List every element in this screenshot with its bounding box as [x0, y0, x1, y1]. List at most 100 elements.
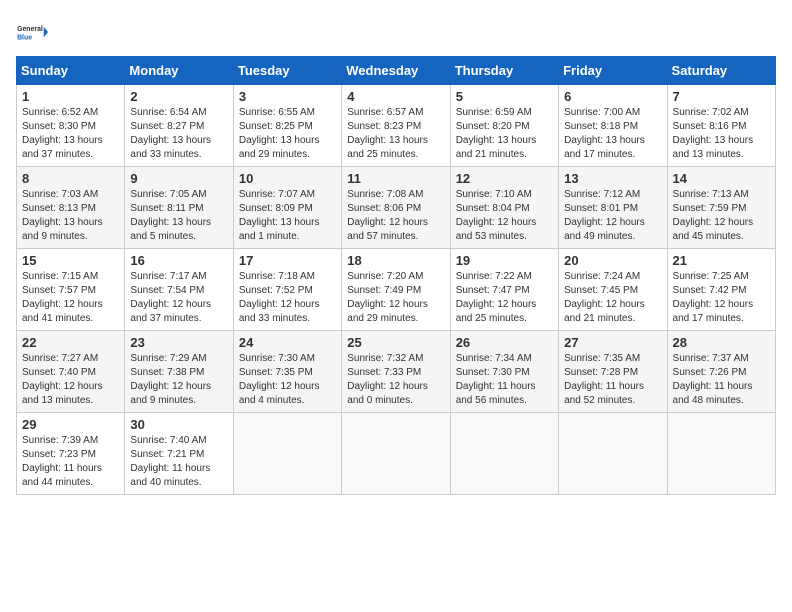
- day-info: Sunrise: 6:52 AM Sunset: 8:30 PM Dayligh…: [22, 106, 119, 162]
- calendar-cell: 26 Sunrise: 7:34 AM Sunset: 7:30 PM Dayli…: [450, 331, 558, 413]
- calendar-cell: 21 Sunrise: 7:25 AM Sunset: 7:42 PM Dayli…: [667, 249, 775, 331]
- calendar-cell: 8 Sunrise: 7:03 AM Sunset: 8:13 PM Daylig…: [17, 167, 125, 249]
- calendar-cell: 20Sunrise: 7:24 AM Sunset: 7:45 PM Dayli…: [559, 249, 667, 331]
- day-number: 5: [456, 89, 553, 104]
- day-info: Sunrise: 6:57 AM Sunset: 8:23 PM Dayligh…: [347, 106, 444, 162]
- day-number: 11: [347, 171, 444, 186]
- calendar-week-row: 15 Sunrise: 7:15 AM Sunset: 7:57 PM Dayli…: [17, 249, 776, 331]
- calendar-cell: 27 Sunrise: 7:35 AM Sunset: 7:28 PM Dayli…: [559, 331, 667, 413]
- day-number: 16: [130, 253, 227, 268]
- calendar-cell: 24 Sunrise: 7:30 AM Sunset: 7:35 PM Dayli…: [233, 331, 341, 413]
- weekday-header-thursday: Thursday: [450, 57, 558, 85]
- calendar-cell: 2 Sunrise: 6:54 AM Sunset: 8:27 PM Daylig…: [125, 85, 233, 167]
- day-info: Sunrise: 7:17 AM Sunset: 7:54 PM Dayligh…: [130, 270, 227, 326]
- day-info: Sunrise: 7:12 AM Sunset: 8:01 PM Dayligh…: [564, 188, 661, 244]
- calendar-week-row: 29Sunrise: 7:39 AM Sunset: 7:23 PM Dayli…: [17, 413, 776, 495]
- weekday-header-monday: Monday: [125, 57, 233, 85]
- day-info: Sunrise: 7:10 AM Sunset: 8:04 PM Dayligh…: [456, 188, 553, 244]
- calendar-cell: [559, 413, 667, 495]
- logo: GeneralBlue: [16, 16, 48, 48]
- calendar-cell: 11 Sunrise: 7:08 AM Sunset: 8:06 PM Dayli…: [342, 167, 450, 249]
- day-number: 17: [239, 253, 336, 268]
- day-number: 6: [564, 89, 661, 104]
- day-info: Sunrise: 7:20 AM Sunset: 7:49 PM Dayligh…: [347, 270, 444, 326]
- day-number: 8: [22, 171, 119, 186]
- weekday-header-saturday: Saturday: [667, 57, 775, 85]
- calendar-cell: 9 Sunrise: 7:05 AM Sunset: 8:11 PM Daylig…: [125, 167, 233, 249]
- day-info: Sunrise: 7:24 AM Sunset: 7:45 PM Dayligh…: [564, 270, 661, 326]
- day-number: 19: [456, 253, 553, 268]
- calendar-cell: [667, 413, 775, 495]
- calendar-cell: [450, 413, 558, 495]
- calendar-week-row: 1 Sunrise: 6:52 AM Sunset: 8:30 PM Daylig…: [17, 85, 776, 167]
- day-info: Sunrise: 7:39 AM Sunset: 7:23 PM Dayligh…: [22, 434, 119, 490]
- calendar-cell: 30 Sunrise: 7:40 AM Sunset: 7:21 PM Dayli…: [125, 413, 233, 495]
- weekday-header-friday: Friday: [559, 57, 667, 85]
- day-info: Sunrise: 7:34 AM Sunset: 7:30 PM Dayligh…: [456, 352, 553, 408]
- day-number: 2: [130, 89, 227, 104]
- day-info: Sunrise: 7:29 AM Sunset: 7:38 PM Dayligh…: [130, 352, 227, 408]
- calendar-cell: 13Sunrise: 7:12 AM Sunset: 8:01 PM Dayli…: [559, 167, 667, 249]
- day-number: 25: [347, 335, 444, 350]
- calendar-cell: 19Sunrise: 7:22 AM Sunset: 7:47 PM Dayli…: [450, 249, 558, 331]
- day-info: Sunrise: 7:37 AM Sunset: 7:26 PM Dayligh…: [673, 352, 770, 408]
- weekday-header-row: SundayMondayTuesdayWednesdayThursdayFrid…: [17, 57, 776, 85]
- calendar-cell: 4 Sunrise: 6:57 AM Sunset: 8:23 PM Daylig…: [342, 85, 450, 167]
- calendar-cell: 25 Sunrise: 7:32 AM Sunset: 7:33 PM Dayli…: [342, 331, 450, 413]
- day-number: 3: [239, 89, 336, 104]
- day-info: Sunrise: 7:40 AM Sunset: 7:21 PM Dayligh…: [130, 434, 227, 490]
- day-number: 21: [673, 253, 770, 268]
- logo-icon: GeneralBlue: [16, 16, 48, 48]
- day-info: Sunrise: 7:03 AM Sunset: 8:13 PM Dayligh…: [22, 188, 119, 244]
- calendar-cell: 17 Sunrise: 7:18 AM Sunset: 7:52 PM Dayli…: [233, 249, 341, 331]
- day-number: 28: [673, 335, 770, 350]
- day-info: Sunrise: 7:08 AM Sunset: 8:06 PM Dayligh…: [347, 188, 444, 244]
- day-info: Sunrise: 7:15 AM Sunset: 7:57 PM Dayligh…: [22, 270, 119, 326]
- calendar-cell: [233, 413, 341, 495]
- day-number: 12: [456, 171, 553, 186]
- page-header: GeneralBlue: [16, 16, 776, 48]
- day-number: 4: [347, 89, 444, 104]
- calendar-cell: 18 Sunrise: 7:20 AM Sunset: 7:49 PM Dayli…: [342, 249, 450, 331]
- calendar-cell: 5 Sunrise: 6:59 AM Sunset: 8:20 PM Daylig…: [450, 85, 558, 167]
- day-info: Sunrise: 6:54 AM Sunset: 8:27 PM Dayligh…: [130, 106, 227, 162]
- day-number: 30: [130, 417, 227, 432]
- day-number: 7: [673, 89, 770, 104]
- calendar-week-row: 22 Sunrise: 7:27 AM Sunset: 7:40 PM Dayli…: [17, 331, 776, 413]
- calendar-cell: 14Sunrise: 7:13 AM Sunset: 7:59 PM Dayli…: [667, 167, 775, 249]
- calendar-cell: 3 Sunrise: 6:55 AM Sunset: 8:25 PM Daylig…: [233, 85, 341, 167]
- day-number: 27: [564, 335, 661, 350]
- day-info: Sunrise: 6:59 AM Sunset: 8:20 PM Dayligh…: [456, 106, 553, 162]
- day-number: 15: [22, 253, 119, 268]
- calendar-cell: 6Sunrise: 7:00 AM Sunset: 8:18 PM Daylig…: [559, 85, 667, 167]
- day-info: Sunrise: 7:18 AM Sunset: 7:52 PM Dayligh…: [239, 270, 336, 326]
- calendar-cell: [342, 413, 450, 495]
- day-info: Sunrise: 7:32 AM Sunset: 7:33 PM Dayligh…: [347, 352, 444, 408]
- day-number: 22: [22, 335, 119, 350]
- day-number: 26: [456, 335, 553, 350]
- day-info: Sunrise: 7:30 AM Sunset: 7:35 PM Dayligh…: [239, 352, 336, 408]
- day-info: Sunrise: 7:35 AM Sunset: 7:28 PM Dayligh…: [564, 352, 661, 408]
- day-number: 14: [673, 171, 770, 186]
- weekday-header-sunday: Sunday: [17, 57, 125, 85]
- day-info: Sunrise: 7:27 AM Sunset: 7:40 PM Dayligh…: [22, 352, 119, 408]
- day-info: Sunrise: 7:02 AM Sunset: 8:16 PM Dayligh…: [673, 106, 770, 162]
- day-number: 23: [130, 335, 227, 350]
- day-number: 9: [130, 171, 227, 186]
- svg-text:General: General: [17, 26, 43, 33]
- day-number: 1: [22, 89, 119, 104]
- day-info: Sunrise: 6:55 AM Sunset: 8:25 PM Dayligh…: [239, 106, 336, 162]
- calendar-cell: 28 Sunrise: 7:37 AM Sunset: 7:26 PM Dayli…: [667, 331, 775, 413]
- calendar-week-row: 8 Sunrise: 7:03 AM Sunset: 8:13 PM Daylig…: [17, 167, 776, 249]
- day-number: 10: [239, 171, 336, 186]
- day-number: 24: [239, 335, 336, 350]
- svg-text:Blue: Blue: [17, 34, 32, 41]
- day-info: Sunrise: 7:05 AM Sunset: 8:11 PM Dayligh…: [130, 188, 227, 244]
- day-number: 18: [347, 253, 444, 268]
- calendar-cell: 23 Sunrise: 7:29 AM Sunset: 7:38 PM Dayli…: [125, 331, 233, 413]
- calendar-cell: 16 Sunrise: 7:17 AM Sunset: 7:54 PM Dayli…: [125, 249, 233, 331]
- weekday-header-wednesday: Wednesday: [342, 57, 450, 85]
- calendar-table: SundayMondayTuesdayWednesdayThursdayFrid…: [16, 56, 776, 495]
- day-info: Sunrise: 7:25 AM Sunset: 7:42 PM Dayligh…: [673, 270, 770, 326]
- calendar-cell: 15 Sunrise: 7:15 AM Sunset: 7:57 PM Dayli…: [17, 249, 125, 331]
